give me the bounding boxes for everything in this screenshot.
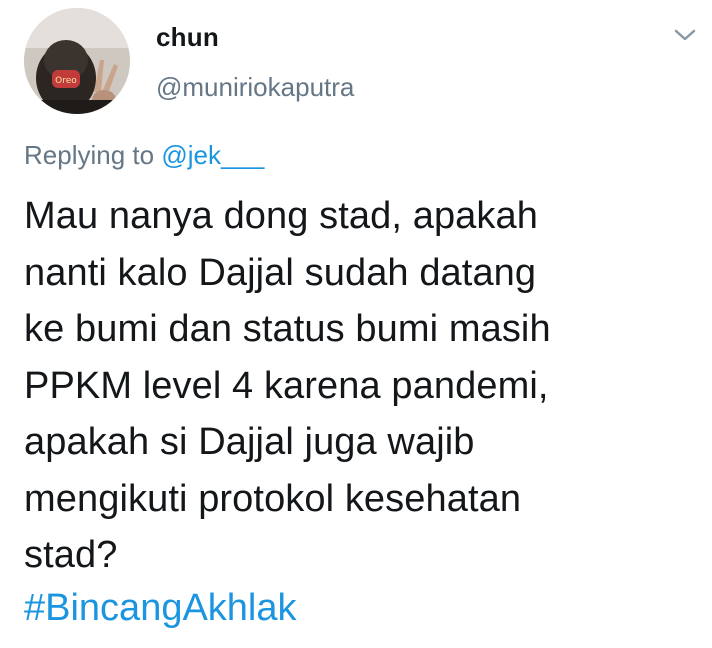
tweet-text: Mau nanya dong stad, apakah nanti kalo D…: [24, 195, 551, 576]
replying-to-label: Replying to: [24, 140, 162, 170]
avatar[interactable]: Oreo: [24, 8, 130, 114]
chevron-down-icon[interactable]: [670, 22, 700, 48]
tweet-card: Oreo chun @muniriokaputra Replying to @j…: [0, 0, 712, 648]
display-name[interactable]: chun: [156, 22, 219, 53]
svg-text:Oreo: Oreo: [55, 76, 77, 86]
replying-to: Replying to @jek___: [24, 140, 264, 171]
hashtag-link[interactable]: #BincangAkhlak: [24, 583, 297, 633]
reply-mention-link[interactable]: @jek___: [161, 140, 264, 170]
avatar-image: Oreo: [24, 8, 130, 114]
user-handle[interactable]: @muniriokaputra: [156, 72, 354, 103]
